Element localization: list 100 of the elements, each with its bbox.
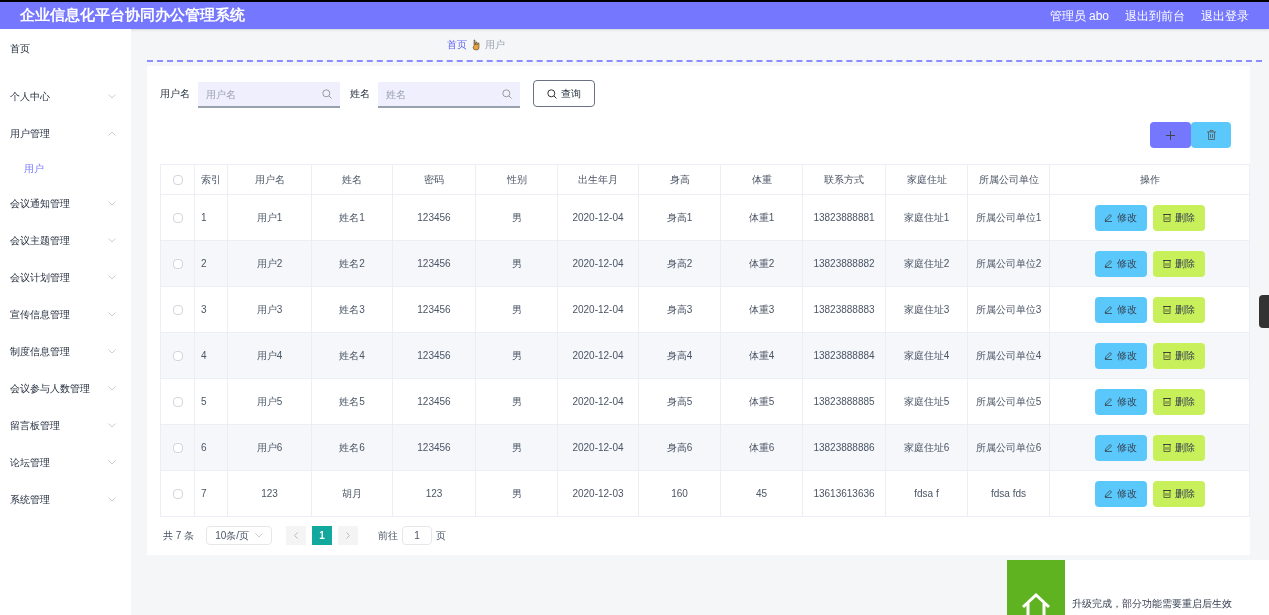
table-cell: 2020-12-04 [557, 332, 639, 379]
table-cell: 6 [194, 424, 228, 471]
search-field[interactable]: 姓名 [378, 82, 520, 108]
field-label: 用户名 [160, 87, 190, 101]
sidebar-item[interactable]: 会议主题管理 [10, 233, 70, 248]
column-header: 身高 [638, 164, 721, 195]
column-header: 联系方式 [802, 164, 886, 195]
pencil-icon [1104, 351, 1113, 360]
sidebar-item[interactable]: 会议通知管理 [10, 196, 70, 211]
row-checkbox[interactable] [172, 213, 183, 224]
page-input[interactable]: 1 [402, 526, 433, 545]
row-checkbox[interactable] [172, 305, 183, 316]
sidebar-item[interactable]: 系统管理 [10, 492, 50, 507]
column-header: 性别 [475, 164, 558, 195]
search-field[interactable]: 用户名 [198, 82, 340, 108]
edit-button[interactable]: 修改 [1094, 342, 1147, 369]
collapse-handle[interactable] [1259, 295, 1269, 328]
delete-button[interactable]: 删除 [1152, 388, 1205, 415]
page-size-select[interactable]: 10条/页 [206, 526, 273, 545]
table-cell: 用户6 [227, 424, 312, 471]
sidebar-item[interactable]: 论坛管理 [10, 455, 50, 470]
notification-text: 升级完成，部分功能需要重启后生效 [1072, 597, 1232, 611]
breadcrumb-link[interactable]: 首页 [447, 37, 467, 52]
column-header: 家庭住址 [885, 164, 968, 195]
table-cell: 体重1 [720, 194, 803, 241]
delete-button[interactable]: 删除 [1152, 480, 1205, 507]
table-cell: 13823888884 [802, 332, 886, 379]
table-cell: 家庭住址4 [885, 332, 968, 379]
table-cell: 体重2 [720, 240, 803, 287]
sidebar-item[interactable]: 个人中心 [10, 89, 50, 104]
table-cell: 2020-12-04 [557, 286, 639, 333]
delete-button[interactable]: 删除 [1152, 434, 1205, 461]
chevron-left-icon [294, 532, 299, 539]
table-cell: 7 [194, 470, 228, 517]
table-cell: 2020-12-04 [557, 424, 639, 471]
table-cell: 体重3 [720, 286, 803, 333]
header-link[interactable]: 退出登录 [1201, 6, 1249, 25]
table-cell: 身高5 [638, 378, 721, 425]
edit-button[interactable]: 修改 [1094, 296, 1147, 323]
column-header: 操作 [1049, 164, 1250, 195]
table-cell: 所属公司单位6 [967, 424, 1050, 471]
sidebar-item[interactable]: 会议计划管理 [10, 270, 70, 285]
edit-button[interactable]: 修改 [1094, 250, 1147, 277]
sidebar-item[interactable]: 会议参与人数管理 [10, 381, 90, 396]
delete-button[interactable]: 删除 [1152, 250, 1205, 277]
table-cell: 体重6 [720, 424, 803, 471]
breadcrumb-current: 用户 [485, 38, 505, 52]
previous-page-button[interactable] [286, 526, 307, 545]
search-icon [502, 88, 512, 99]
delete-button[interactable]: 删除 [1152, 204, 1205, 231]
trash-icon [1162, 305, 1171, 314]
sidebar-item[interactable]: 用户管理 [10, 126, 50, 141]
delete-button[interactable]: 删除 [1152, 342, 1205, 369]
sidebar-item[interactable]: 首页 [10, 41, 30, 56]
delete-button[interactable]: 删除 [1152, 296, 1205, 323]
table-cell: 3 [194, 286, 228, 333]
sidebar-item[interactable]: 制度信息管理 [10, 344, 70, 359]
row-checkbox[interactable] [172, 443, 183, 454]
delete-button[interactable] [1191, 122, 1231, 148]
row-checkbox[interactable] [172, 259, 183, 270]
table-cell: 姓名6 [311, 424, 393, 471]
select-all-checkbox[interactable] [172, 175, 183, 186]
header-link[interactable]: 退出到前台 [1125, 6, 1185, 25]
row-checkbox[interactable] [172, 397, 183, 408]
sidebar-item[interactable]: 宣传信息管理 [10, 307, 70, 322]
table-cell: 用户2 [227, 240, 312, 287]
table-cell: 123 [392, 470, 476, 517]
edit-button[interactable]: 修改 [1094, 204, 1147, 231]
plus-icon [1166, 130, 1175, 140]
edit-button[interactable]: 修改 [1094, 388, 1147, 415]
table-cell: 用户4 [227, 332, 312, 379]
table-cell: 123456 [392, 194, 476, 241]
edit-button[interactable]: 修改 [1094, 480, 1147, 507]
table-cell: 2020-12-03 [557, 470, 639, 517]
table-cell: 家庭住址5 [885, 378, 968, 425]
table-cell: 所属公司单位1 [967, 194, 1050, 241]
next-page-button[interactable] [338, 526, 359, 545]
column-header: 体重 [720, 164, 803, 195]
table-cell: 1 [194, 194, 228, 241]
table-cell: 男 [475, 424, 558, 471]
table-cell: 身高6 [638, 424, 721, 471]
table-cell: 13823888885 [802, 378, 886, 425]
table-cell: 2 [194, 240, 228, 287]
table-cell: 所属公司单位5 [967, 378, 1050, 425]
column-header: 用户名 [227, 164, 312, 195]
row-checkbox[interactable] [172, 351, 183, 362]
table-cell: 胡月 [311, 470, 393, 517]
sidebar-subitem[interactable]: 用户 [24, 161, 44, 176]
search-icon [322, 88, 332, 99]
pencil-icon [1104, 305, 1113, 314]
table-cell: 男 [475, 470, 558, 517]
hand-icon [471, 38, 481, 51]
table-cell: 用户3 [227, 286, 312, 333]
row-checkbox[interactable] [172, 489, 183, 500]
query-button[interactable]: 查询 [533, 80, 595, 107]
edit-button[interactable]: 修改 [1094, 434, 1147, 461]
user-menu-link[interactable]: 管理员 abo [1049, 6, 1109, 25]
table-cell: 13823888882 [802, 240, 886, 287]
table-cell: 13613613636 [802, 470, 886, 517]
sidebar-item[interactable]: 留言板管理 [10, 418, 60, 433]
